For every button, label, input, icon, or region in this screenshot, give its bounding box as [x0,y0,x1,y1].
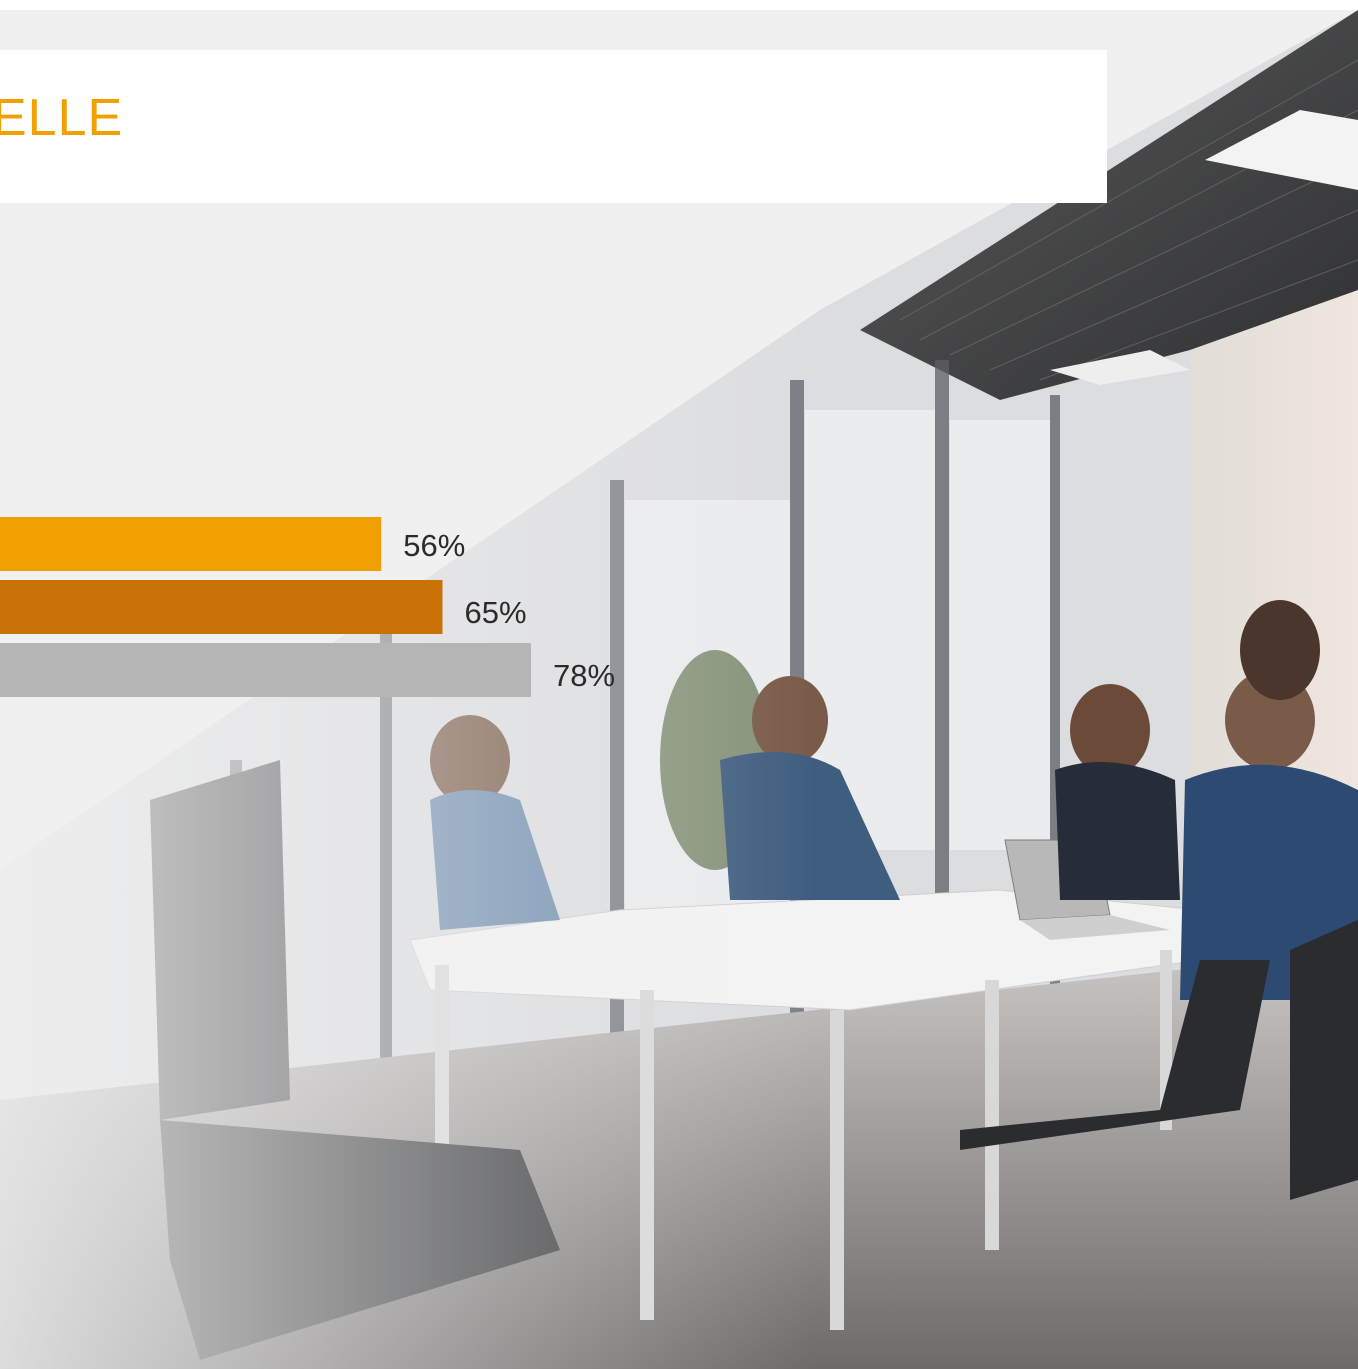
bar-3 [0,643,531,697]
bar-value-label-2: 65% [465,595,527,630]
bar-chart: 56%65% 78% [0,517,615,697]
bar-value-label-1: 56% [403,528,465,563]
bar-2 [0,580,443,634]
bar-value-label-3: 78% [553,658,615,693]
bar-1 [0,517,382,571]
